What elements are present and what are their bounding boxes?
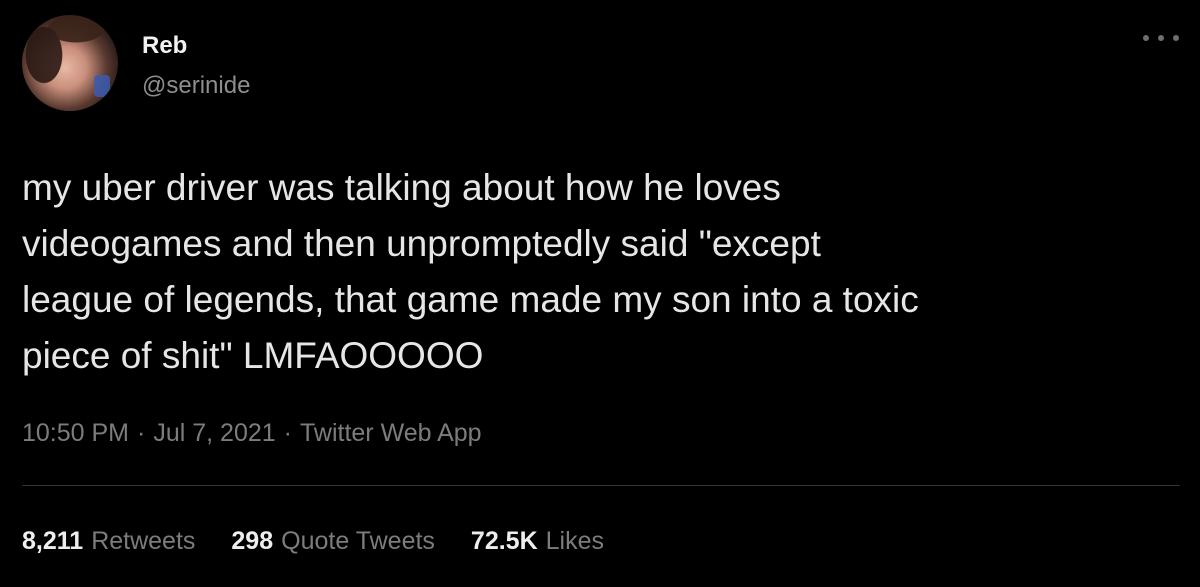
tweet-text: my uber driver was talking about how he … bbox=[22, 167, 919, 376]
retweets-stat[interactable]: 8,211 Retweets bbox=[22, 525, 195, 557]
retweets-count: 8,211 bbox=[22, 527, 84, 555]
likes-stat[interactable]: 72.5K Likes bbox=[471, 525, 604, 557]
tweet-meta: 10:50 PM · Jul 7, 2021 · Twitter Web App bbox=[22, 417, 482, 449]
author-handle[interactable]: @serinide bbox=[142, 72, 250, 100]
divider bbox=[22, 485, 1180, 486]
meta-separator: · bbox=[283, 419, 292, 447]
likes-label: Likes bbox=[545, 527, 605, 555]
avatar[interactable] bbox=[22, 15, 118, 111]
tweet-source[interactable]: Twitter Web App bbox=[300, 419, 482, 447]
dot-icon bbox=[1173, 35, 1179, 41]
dot-icon bbox=[1143, 35, 1149, 41]
more-options-icon[interactable] bbox=[1143, 26, 1179, 50]
likes-count: 72.5K bbox=[470, 527, 538, 555]
quotes-count: 298 bbox=[231, 527, 274, 555]
tweet-time[interactable]: 10:50 PM bbox=[22, 419, 129, 447]
quotes-label: Quote Tweets bbox=[281, 527, 435, 555]
author-name[interactable]: Reb bbox=[142, 32, 187, 60]
dot-icon bbox=[1158, 35, 1164, 41]
quote-tweets-stat[interactable]: 298 Quote Tweets bbox=[231, 525, 435, 557]
retweets-label: Retweets bbox=[91, 527, 196, 555]
tweet-card: Reb @serinide my uber driver was talking… bbox=[0, 0, 1200, 587]
avatar-accent bbox=[94, 75, 110, 97]
tweet-date[interactable]: Jul 7, 2021 bbox=[153, 419, 275, 447]
meta-separator: · bbox=[137, 419, 146, 447]
tweet-stats: 8,211 Retweets 298 Quote Tweets 72.5K Likes bbox=[22, 525, 604, 557]
